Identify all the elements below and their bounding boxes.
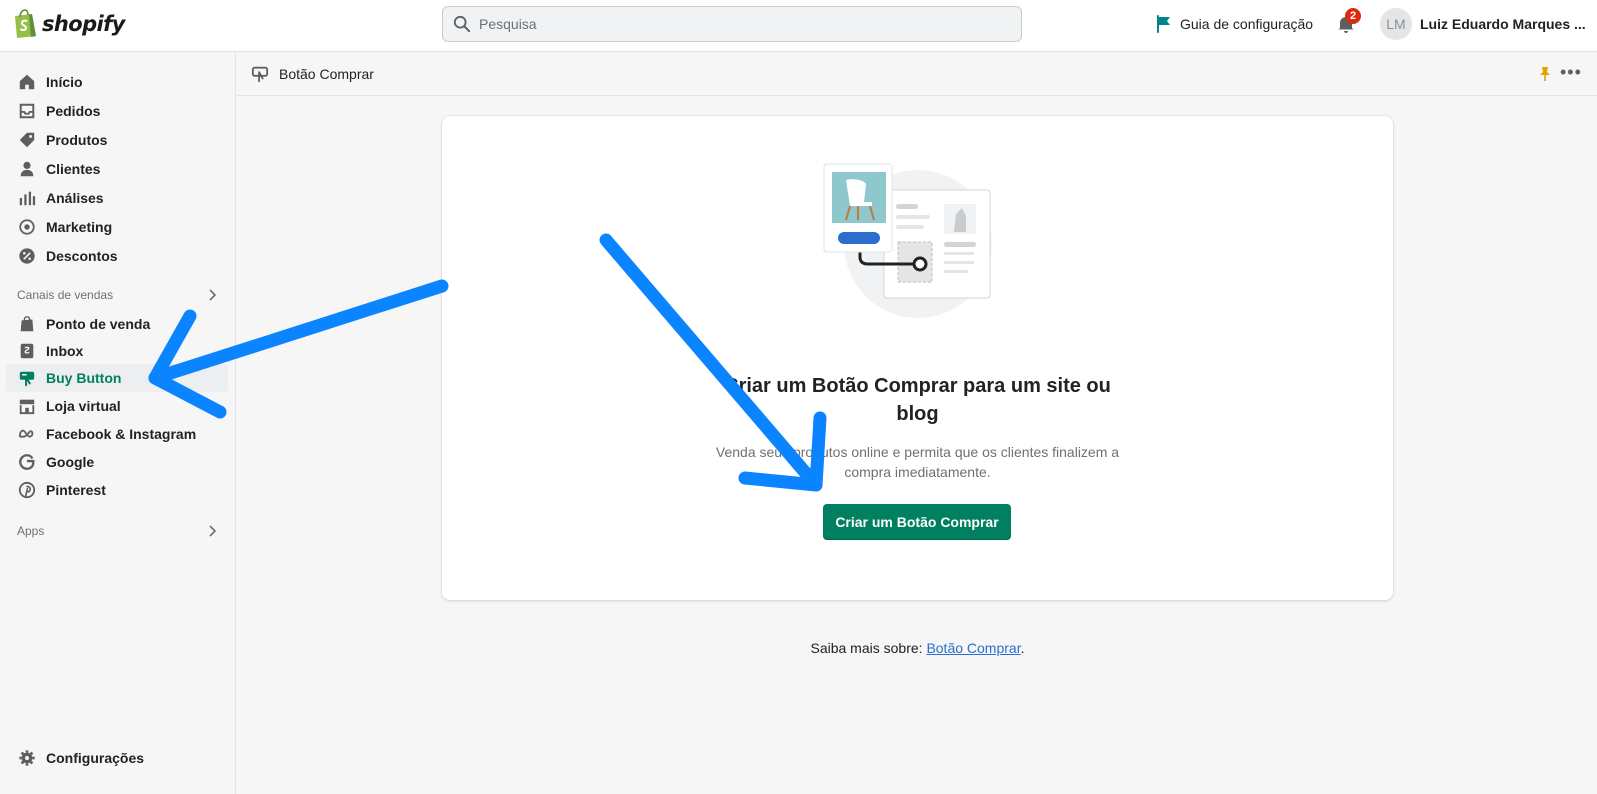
buy-button-illustration <box>823 163 992 318</box>
sidebar-item-marketing[interactable]: Marketing <box>6 213 228 241</box>
pinterest-icon <box>18 481 36 499</box>
sidebar-item-label: Configurações <box>46 750 145 766</box>
sidebar-item-ponto-de-venda[interactable]: Ponto de venda <box>6 310 228 338</box>
sidebar-item-label: Descontos <box>46 248 118 264</box>
sidebar-item-label: Clientes <box>46 161 101 177</box>
google-icon <box>19 454 35 470</box>
help-link[interactable]: Botão Comprar <box>926 640 1020 656</box>
notifications-button[interactable]: 2 <box>1336 8 1361 36</box>
sidebar-item-label: Inbox <box>46 343 84 359</box>
sidebar: Início Pedidos Produtos Clientes Análise… <box>0 52 236 794</box>
buy-button-icon <box>251 66 269 82</box>
create-buy-button[interactable]: Criar um Botão Comprar <box>823 504 1011 540</box>
sidebar-item-label: Pedidos <box>46 103 101 119</box>
sidebar-item-label: Buy Button <box>46 370 122 386</box>
sidebar-item-label: Pinterest <box>46 482 106 498</box>
sidebar-item-pedidos[interactable]: Pedidos <box>6 97 228 125</box>
chevron-right-icon <box>209 525 217 537</box>
search-bar[interactable] <box>442 6 1022 42</box>
shopify-bag-icon <box>15 9 36 38</box>
sidebar-item-label: Início <box>46 74 83 90</box>
meta-icon <box>18 429 34 438</box>
more-actions-icon[interactable]: ••• <box>1560 63 1582 81</box>
user-name: Luiz Eduardo Marques ... <box>1420 16 1586 32</box>
sidebar-item-buy-button[interactable]: Buy Button <box>6 364 228 392</box>
buy-button-icon <box>19 371 35 387</box>
sidebar-item-label: Produtos <box>46 132 108 148</box>
help-suffix: . <box>1020 640 1025 656</box>
sidebar-item-label: Google <box>46 454 95 470</box>
home-icon <box>19 74 35 90</box>
orders-icon <box>19 103 35 119</box>
top-bar: shopify Guia de configuração 2 LM Luiz E… <box>0 0 1597 52</box>
brand-name: shopify <box>42 12 125 36</box>
apps-label: Apps <box>17 524 45 538</box>
gear-icon <box>19 750 35 766</box>
store-icon <box>19 399 35 415</box>
help-prefix: Saiba mais sobre: <box>810 640 927 656</box>
sidebar-item-label: Análises <box>46 190 104 206</box>
discount-icon <box>19 248 35 264</box>
sidebar-item-pinterest[interactable]: Pinterest <box>6 476 228 504</box>
sidebar-item-label: Marketing <box>46 219 113 235</box>
person-icon <box>20 161 34 177</box>
pos-icon <box>20 316 34 332</box>
pin-icon[interactable] <box>1538 66 1552 82</box>
notification-badge: 2 <box>1345 8 1361 24</box>
sidebar-item-google[interactable]: Google <box>6 448 228 476</box>
sales-channels-label: Canais de vendas <box>17 288 114 302</box>
tag-icon <box>19 132 35 148</box>
sidebar-item-label: Loja virtual <box>46 398 121 414</box>
sidebar-item-analises[interactable]: Análises <box>6 184 228 212</box>
user-menu[interactable]: LM Luiz Eduardo Marques ... <box>1380 8 1586 40</box>
sidebar-item-configuracoes[interactable]: Configurações <box>6 744 228 772</box>
search-icon <box>453 15 471 33</box>
sidebar-item-inbox[interactable]: Inbox <box>6 337 228 365</box>
apps-header[interactable]: Apps <box>17 524 217 538</box>
setup-guide-link[interactable]: Guia de configuração <box>1156 15 1313 33</box>
avatar: LM <box>1380 8 1412 40</box>
sidebar-item-facebook-instagram[interactable]: Facebook & Instagram <box>6 420 228 448</box>
chevron-right-icon <box>209 289 217 301</box>
sidebar-item-clientes[interactable]: Clientes <box>6 155 228 183</box>
sidebar-item-inicio[interactable]: Início <box>6 68 228 96</box>
page-title: Botão Comprar <box>279 65 374 82</box>
sidebar-item-loja-virtual[interactable]: Loja virtual <box>6 392 228 420</box>
flag-icon <box>1157 15 1170 33</box>
target-icon <box>19 219 35 235</box>
card-description: Venda seus produtos online e permita que… <box>715 444 1120 480</box>
setup-guide-label: Guia de configuração <box>1180 16 1314 32</box>
sidebar-item-label: Facebook & Instagram <box>46 426 197 442</box>
sales-channels-header[interactable]: Canais de vendas <box>17 288 217 302</box>
sidebar-item-produtos[interactable]: Produtos <box>6 126 228 154</box>
page-header: Botão Comprar <box>237 52 1597 96</box>
sidebar-item-label: Ponto de venda <box>46 316 151 332</box>
help-footer: Saiba mais sobre: Botão Comprar. <box>442 640 1393 656</box>
sidebar-item-descontos[interactable]: Descontos <box>6 242 228 270</box>
search-input[interactable] <box>479 16 999 32</box>
shopify-logo[interactable]: shopify <box>12 9 125 39</box>
bar-chart-icon <box>19 191 36 206</box>
card-title: Criar um Botão Comprar para um site ou b… <box>724 375 1111 425</box>
empty-state-card: Criar um Botão Comprar para um site ou b… <box>442 116 1393 600</box>
inbox-icon <box>20 343 34 359</box>
